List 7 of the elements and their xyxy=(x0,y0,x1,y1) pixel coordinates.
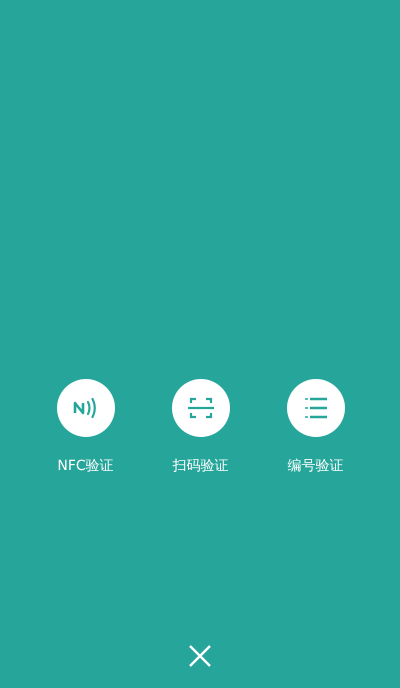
numbered-list-icon xyxy=(304,396,328,420)
option-label: NFC验证 xyxy=(57,457,114,475)
close-icon[interactable] xyxy=(189,645,211,667)
scan-icon xyxy=(188,397,214,419)
option-label: 扫码验证 xyxy=(172,457,228,475)
nfc-icon xyxy=(72,397,98,419)
option-label: 编号验证 xyxy=(288,457,344,475)
